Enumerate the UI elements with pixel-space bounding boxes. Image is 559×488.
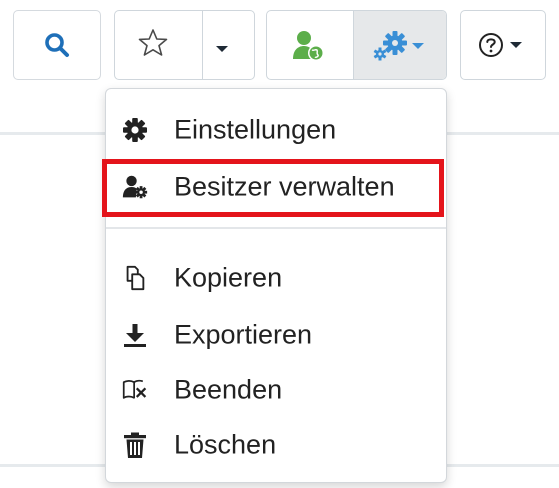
search-icon (45, 33, 69, 57)
menu-item-end[interactable]: Beenden (106, 368, 446, 412)
cog-icon (122, 117, 148, 143)
owner-button[interactable] (291, 29, 327, 68)
trash-icon (122, 432, 148, 458)
menu-item-label: Kopieren (174, 262, 283, 293)
gears-icon (373, 31, 424, 61)
menu-item-label: Beenden (174, 374, 283, 405)
favorite-dropdown-button[interactable] (215, 41, 229, 59)
toolbar (0, 0, 559, 92)
download-icon (122, 322, 148, 348)
user-cog-icon (122, 174, 148, 200)
copy-icon (122, 265, 148, 291)
help-dropdown-button[interactable] (460, 10, 546, 80)
question-circle-icon (479, 33, 522, 57)
tools-dropdown-menu: Einstellungen Besitzer verwalten Kopiere… (105, 88, 447, 483)
star-outline-icon (138, 29, 168, 56)
menu-item-label: Exportieren (174, 319, 313, 350)
menu-item-copy[interactable]: Kopieren (106, 256, 446, 300)
tools-dropdown-button[interactable] (354, 11, 446, 79)
user-globe-icon (293, 31, 324, 61)
owner-tools-button-group (266, 10, 447, 80)
divider (202, 11, 203, 79)
menu-item-export[interactable]: Exportieren (106, 313, 446, 357)
menu-item-manage-owners[interactable]: Besitzer verwalten (106, 165, 446, 209)
menu-item-settings[interactable]: Einstellungen (106, 108, 446, 152)
book-close-icon (122, 377, 148, 403)
favorite-button[interactable] (137, 27, 169, 64)
search-button[interactable] (13, 10, 101, 80)
menu-item-delete[interactable]: Löschen (106, 423, 446, 467)
menu-item-label: Besitzer verwalten (174, 171, 395, 202)
menu-item-label: Löschen (174, 429, 277, 460)
favorite-button-group (114, 10, 255, 80)
caret-down-icon (216, 46, 228, 52)
menu-divider (106, 227, 446, 229)
menu-item-label: Einstellungen (174, 114, 337, 145)
